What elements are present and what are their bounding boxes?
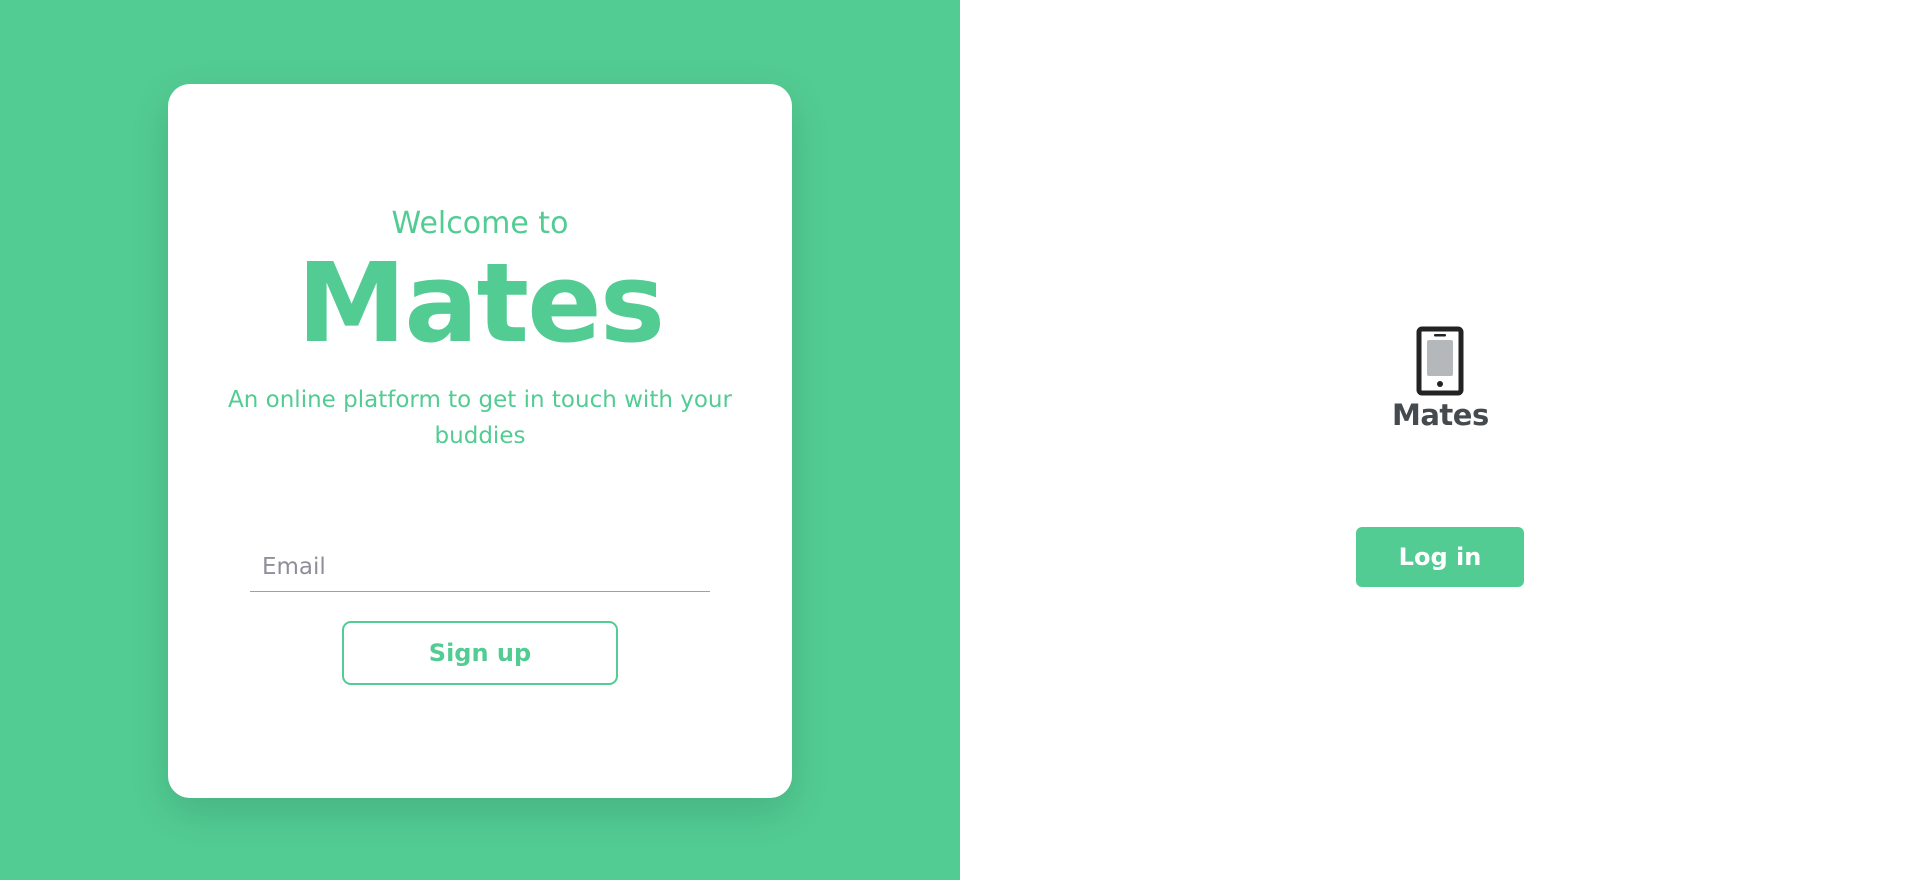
tagline: An online platform to get in touch with …	[228, 387, 732, 449]
welcome-text: Welcome to	[391, 206, 569, 241]
login-panel: Mates Log in	[960, 0, 1920, 880]
signup-panel: Welcome to Mates An online platform to g…	[0, 0, 960, 880]
signup-card: Welcome to Mates An online platform to g…	[168, 84, 792, 798]
smartphone-icon	[1416, 326, 1464, 396]
login-button[interactable]: Log in	[1356, 527, 1524, 587]
app-title: Mates	[296, 239, 665, 367]
logo-text: Mates	[1392, 398, 1489, 432]
app-logo: Mates	[1392, 326, 1489, 432]
email-field[interactable]	[250, 542, 710, 592]
landing-page: Welcome to Mates An online platform to g…	[0, 0, 1920, 880]
signup-button[interactable]: Sign up	[342, 621, 618, 685]
